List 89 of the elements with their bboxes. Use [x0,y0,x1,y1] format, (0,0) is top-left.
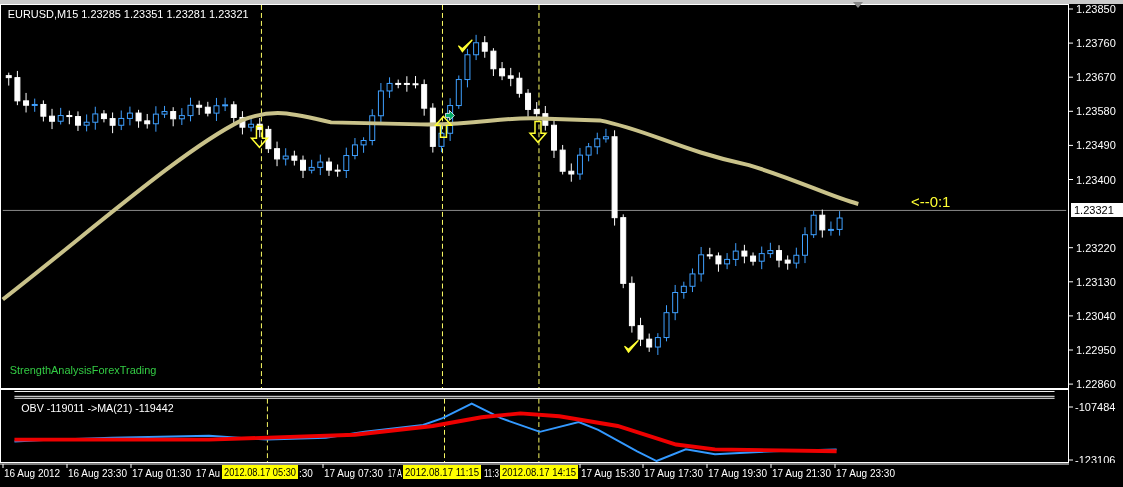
candlestick [776,244,782,268]
candlestick [213,97,220,122]
candlestick [326,157,332,177]
candlestick [568,162,575,183]
candlestick [741,244,748,264]
candlestick [308,159,315,174]
candlestick [793,247,800,269]
candlestick [66,110,73,125]
candlestick [83,113,90,132]
signal-label: <--0:1 [911,192,951,210]
price-label: 1.23580 [1076,105,1116,118]
price-label: 1.22950 [1076,344,1116,356]
time-label: 16 Aug 2012 [4,468,61,479]
current-price-label: 1.23321 [1071,203,1123,217]
candlestick [577,147,583,181]
candlestick [490,47,497,77]
price-label: 1.23760 [1076,37,1116,50]
candlestick [75,110,81,132]
down-arrow-icon [528,120,548,144]
check-icon [457,39,473,53]
candlestick [585,142,592,162]
candlestick [412,75,419,89]
candlestick [663,304,670,342]
time-label: 11:3 [484,468,503,479]
candlestick [542,105,549,132]
time-label: 17 Aug 19:30 [708,468,767,479]
symbol-info: EURUSD,M15 1.23285 1.23351 1.23281 1.23321 [7,7,249,20]
price-label: 1.23850 [1076,4,1116,15]
candlestick [135,109,142,129]
time-label: 17 Aug 07:30 [324,468,383,479]
candlestick [291,150,298,167]
candlestick [5,72,12,87]
marker-line [266,398,268,463]
candlestick [464,48,471,88]
candlestick [689,268,696,293]
time-marker-label: 2012.08.17 14:15 [500,465,580,479]
indicator-caption: OBV -119011 ->MA(21) -119442 [21,402,174,415]
scroll-marker-icon[interactable] [853,2,863,8]
price-label: 1.23040 [1076,309,1116,322]
time-label: 17 Aug 01:30 [132,468,191,479]
price-label: 1.23130 [1076,275,1116,288]
candlestick [559,144,566,175]
candlestick [715,251,722,273]
candlestick [802,226,808,264]
candlestick [525,88,531,118]
marker-line [444,398,445,463]
time-label: :30 [299,468,313,479]
candlestick [40,99,47,122]
panel-divider[interactable] [13,390,1056,399]
indicator-caption: StrengthAnalysisForexTrading [9,364,157,377]
time-label: 17 Au [196,468,222,479]
candlestick [239,110,246,135]
check-icon [623,339,640,354]
candlestick [49,108,55,130]
candlestick [109,112,116,134]
candlestick [516,71,523,99]
candlestick [14,70,21,106]
candlestick [187,97,194,122]
candlestick [810,210,817,239]
down-arrow-icon [249,125,270,149]
time-label: 17 Aug 21:30 [772,468,831,479]
price-label: 1.23490 [1076,139,1116,152]
time-label: 17 Aug 15:30 [581,468,640,479]
indicator-value-label: -107484 [1075,401,1116,413]
candlestick [438,125,445,153]
candlestick [360,136,367,154]
candlestick [386,76,393,99]
candlestick [57,107,64,125]
marker-line [538,398,540,463]
price-label: 1.23400 [1076,173,1116,186]
candlestick [767,242,774,259]
right-arrow-icon [445,110,455,121]
time-label: 17 Aug 23:30 [836,468,895,479]
up-arrow-icon [433,115,454,139]
candlestick [300,155,306,179]
candlestick [265,125,272,154]
time-label: 16 Aug 23:30 [68,468,127,479]
candlestick [317,154,324,176]
time-marker-label: 2012.08.17 11:15 [403,465,483,479]
price-label: 1.23220 [1076,241,1116,254]
price-label: 1.23670 [1076,71,1116,84]
candlestick [784,254,791,271]
candlestick [161,105,168,119]
candlestick [637,317,644,347]
time-label: 17 Aug 17:30 [644,468,703,479]
candlestick [551,119,557,159]
candlestick [334,164,341,178]
price-label: 1.22860 [1076,378,1116,389]
candlestick [836,210,843,237]
